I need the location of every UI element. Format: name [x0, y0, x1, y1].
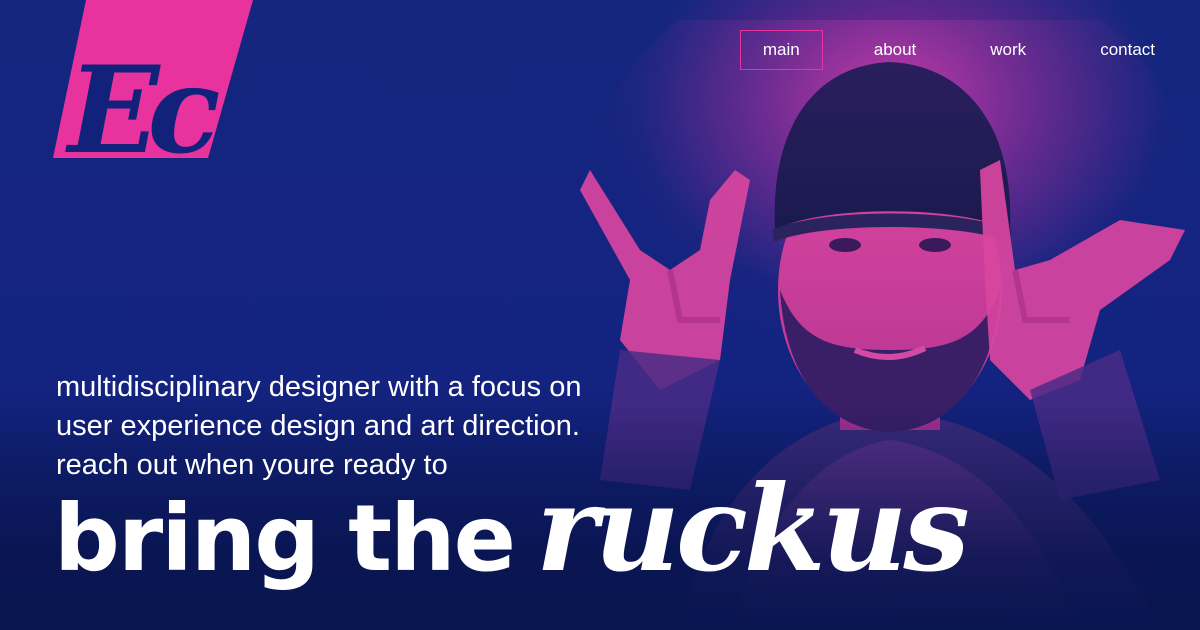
tagline-line: user experience design and art direction…	[56, 410, 580, 442]
tagline-line: multidisciplinary designer with a focus …	[56, 371, 582, 403]
logo[interactable]: Ec	[48, 0, 268, 170]
headline-script: ruckus	[536, 459, 970, 598]
main-nav: main about work contact	[712, 30, 1178, 70]
headline-bold: bring the	[54, 485, 516, 592]
nav-item-work[interactable]: work	[967, 30, 1049, 70]
hero-background: Ec main about work contact multidiscipli…	[0, 0, 1200, 630]
logo-text: Ec	[65, 40, 219, 170]
nav-item-about[interactable]: about	[851, 30, 940, 70]
nav-item-contact[interactable]: contact	[1077, 30, 1178, 70]
nav-item-main[interactable]: main	[739, 30, 823, 70]
hero-headline: bring the ruckus	[54, 459, 970, 598]
